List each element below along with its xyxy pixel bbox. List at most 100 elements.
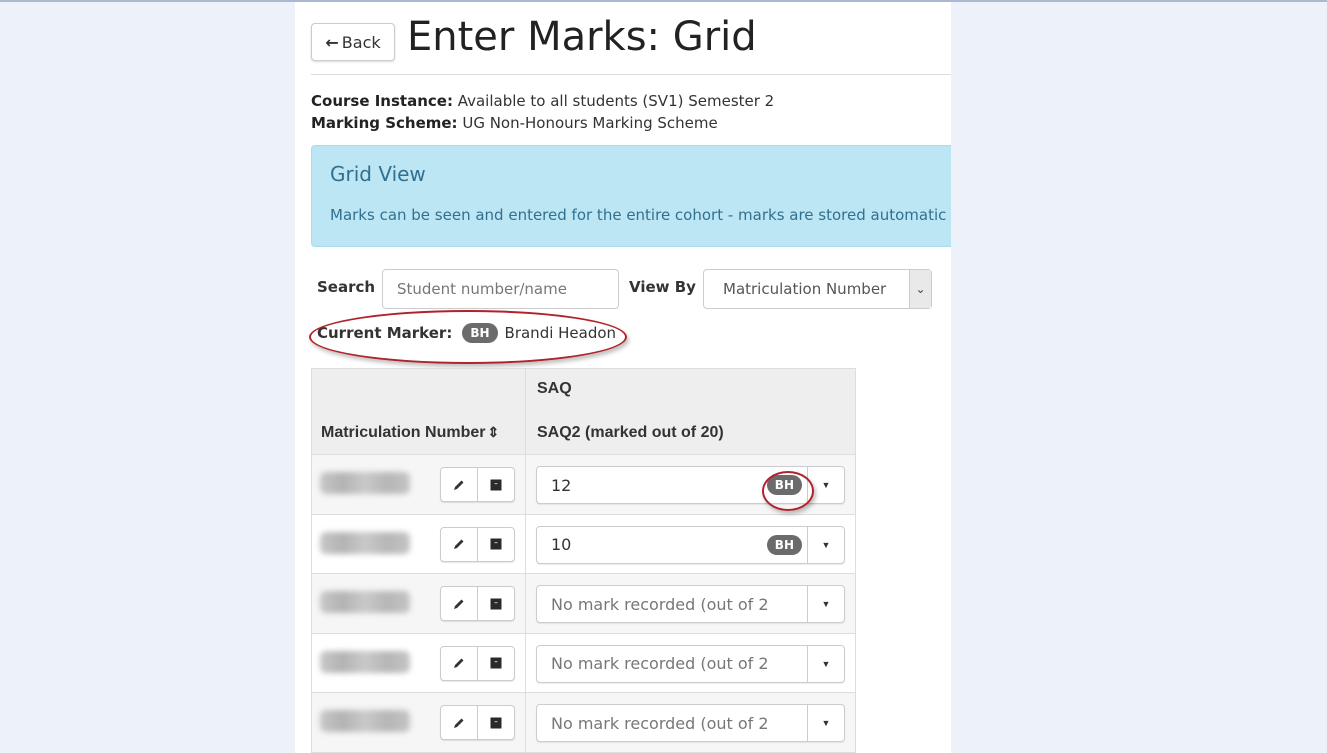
archive-button[interactable]	[477, 706, 514, 739]
row-actions	[440, 645, 515, 681]
caret-down-icon: ▼	[821, 599, 831, 609]
archive-icon	[490, 657, 502, 669]
back-button-label: Back	[341, 32, 381, 52]
archive-button[interactable]	[477, 527, 514, 561]
caret-down-icon: ▼	[821, 658, 831, 669]
marker-badge: BH	[766, 534, 802, 555]
page-title: Enter Marks: Grid	[407, 14, 757, 60]
archive-button[interactable]	[477, 468, 514, 501]
mark-value: 10	[551, 535, 572, 554]
archive-icon	[490, 598, 502, 609]
mark-dropdown-button[interactable]: ▼	[807, 645, 844, 682]
table-row: No mark recorded (out of 2 ▼	[311, 632, 856, 693]
row-actions	[440, 526, 515, 562]
mark-cell: 10 BH ▼	[525, 513, 856, 574]
arrow-left-icon: ←	[325, 32, 339, 52]
edit-button[interactable]	[441, 587, 477, 620]
archive-icon	[490, 717, 502, 728]
mark-input[interactable]: 10 BH	[537, 527, 807, 563]
caret-down-icon: ▼	[821, 718, 831, 728]
pencil-icon	[454, 599, 464, 609]
mark-dropdown-button[interactable]: ▼	[807, 705, 844, 741]
marking-scheme-label: Marking Scheme:	[311, 114, 458, 132]
marking-scheme-value: UG Non-Honours Marking Scheme	[462, 114, 718, 132]
edit-button[interactable]	[441, 528, 477, 561]
pencil-icon	[454, 480, 464, 490]
column-header-saq: SAQ SAQ2 (marked out of 20)	[525, 368, 856, 455]
marker-badge: BH	[766, 475, 802, 495]
divider	[311, 74, 951, 75]
mark-dropdown-button[interactable]: ▼	[807, 526, 844, 563]
course-instance-value: Available to all students (SV1) Semester…	[457, 92, 775, 110]
mark-input-group: No mark recorded (out of 2 ▼	[536, 585, 845, 623]
column-header-matric[interactable]: Matriculation Number ⇕	[311, 368, 526, 455]
marks-table: Matriculation Number ⇕ SAQ SAQ2 (marked o…	[311, 368, 856, 753]
table-row: No mark recorded (out of 2 ▼	[311, 573, 856, 634]
mark-dropdown-button[interactable]: ▼	[807, 467, 844, 503]
marker-badge: BH	[462, 323, 498, 343]
edit-button[interactable]	[441, 706, 477, 739]
archive-icon	[490, 538, 502, 550]
matric-cell	[311, 632, 526, 693]
redacted-matric-number	[320, 531, 410, 554]
redacted-matric-number	[320, 472, 410, 494]
table-row: 12 BH ▼	[311, 454, 856, 515]
row-actions	[440, 586, 515, 621]
row-actions	[440, 705, 515, 740]
mark-input-group: 12 BH ▼	[536, 466, 845, 504]
redacted-matric-number	[320, 591, 410, 613]
mark-cell: No mark recorded (out of 2 ▼	[525, 692, 856, 753]
pencil-icon	[454, 718, 464, 728]
view-by-select[interactable]: Matriculation Number ⌄	[703, 269, 932, 309]
back-button[interactable]: ← Back	[311, 23, 395, 61]
mark-cell: 12 BH ▼	[525, 454, 856, 515]
view-by-value: Matriculation Number	[723, 280, 887, 298]
grid-view-alert: Grid View Marks can be seen and entered …	[311, 145, 951, 247]
matric-cell	[311, 454, 526, 515]
archive-button[interactable]	[477, 587, 514, 620]
mark-value: No mark recorded (out of 2	[551, 594, 769, 614]
mark-cell: No mark recorded (out of 2 ▼	[525, 632, 856, 693]
edit-button[interactable]	[441, 468, 477, 501]
caret-down-icon: ▼	[821, 539, 831, 550]
marking-scheme: Marking Scheme: UG Non-Honours Marking S…	[311, 112, 774, 134]
mark-input[interactable]: No mark recorded (out of 2	[537, 586, 807, 622]
mark-input-group: No mark recorded (out of 2 ▼	[536, 644, 845, 683]
archive-button[interactable]	[477, 646, 514, 680]
column-question-label: SAQ2 (marked out of 20)	[537, 424, 724, 441]
mark-input-group: 10 BH ▼	[536, 525, 845, 564]
view-by-label: View By	[629, 278, 696, 296]
redacted-matric-number	[320, 650, 410, 673]
row-actions	[440, 467, 515, 502]
pencil-icon	[454, 539, 464, 549]
mark-input[interactable]: 12 BH	[537, 467, 807, 503]
matric-cell	[311, 573, 526, 634]
mark-value: 12	[551, 475, 572, 495]
mark-dropdown-button[interactable]: ▼	[807, 586, 844, 622]
search-label: Search	[317, 278, 376, 296]
course-instance-label: Course Instance:	[311, 92, 453, 110]
archive-icon	[490, 479, 502, 490]
alert-text: Marks can be seen and entered for the en…	[330, 206, 947, 224]
table-row: No mark recorded (out of 2 ▼	[311, 692, 856, 753]
chevron-down-icon[interactable]: ⌄	[909, 270, 931, 308]
matric-cell	[311, 513, 526, 574]
course-meta: Course Instance: Available to all studen…	[311, 90, 774, 134]
search-input[interactable]	[382, 269, 619, 309]
mark-value: No mark recorded (out of 2	[551, 713, 769, 733]
mark-input[interactable]: No mark recorded (out of 2	[537, 705, 807, 741]
mark-input-group: No mark recorded (out of 2 ▼	[536, 704, 845, 742]
mark-cell: No mark recorded (out of 2 ▼	[525, 573, 856, 634]
sort-icon[interactable]: ⇕	[487, 424, 499, 440]
current-marker-label: Current Marker:	[317, 324, 453, 342]
edit-button[interactable]	[441, 647, 477, 680]
mark-input[interactable]: No mark recorded (out of 2	[537, 646, 807, 682]
column-header-matric-label: Matriculation Number	[321, 424, 486, 441]
current-marker-name: Brandi Headon	[504, 324, 617, 342]
redacted-matric-number	[320, 710, 410, 732]
matric-cell	[311, 692, 526, 753]
mark-value: No mark recorded (out of 2	[551, 654, 769, 673]
course-instance: Course Instance: Available to all studen…	[311, 90, 774, 112]
table-row: 10 BH ▼	[311, 513, 856, 574]
caret-down-icon: ▼	[821, 480, 831, 490]
